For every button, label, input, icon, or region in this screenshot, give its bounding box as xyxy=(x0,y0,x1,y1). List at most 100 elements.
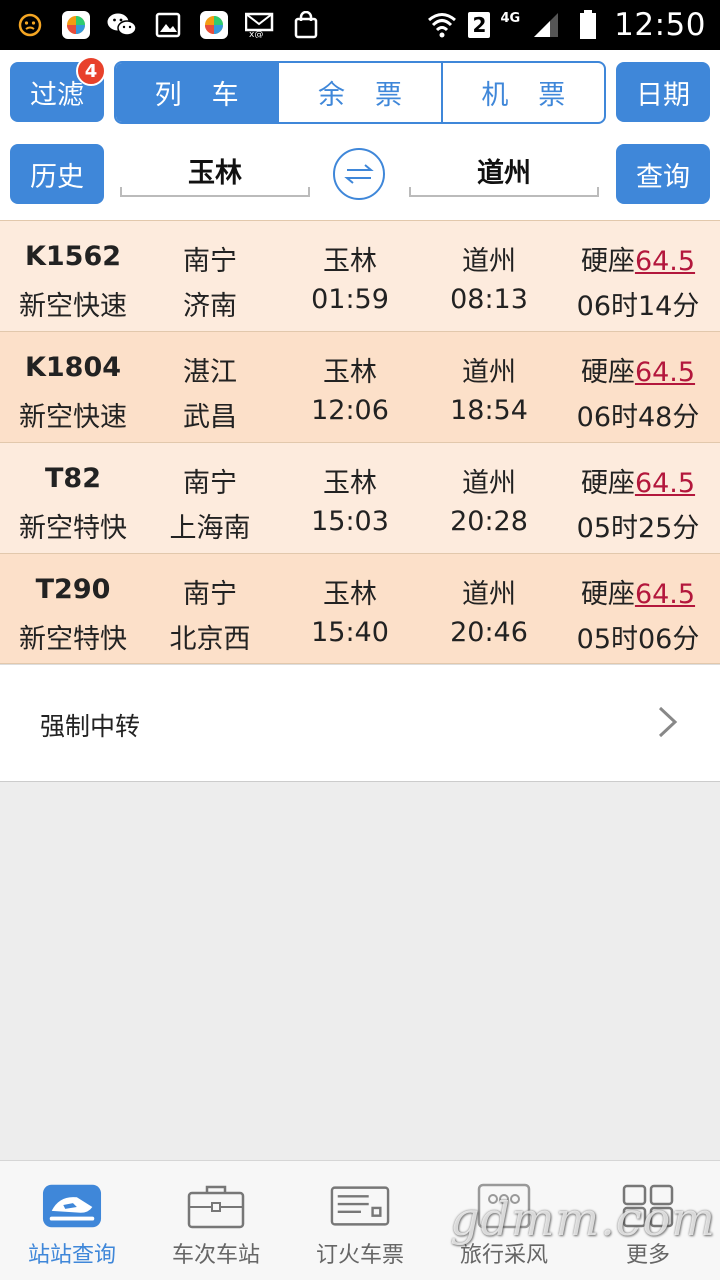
price-link[interactable]: 64.5 xyxy=(635,357,695,388)
train-number: K1804 xyxy=(24,352,122,383)
forced-transfer-row[interactable]: 强制中转 xyxy=(0,664,720,782)
nav-label: 旅行采风 xyxy=(459,1243,548,1268)
train-number: K1562 xyxy=(24,241,122,272)
nav-label: 车次车站 xyxy=(171,1243,260,1268)
grid-icon xyxy=(618,1181,678,1231)
swap-stations-button[interactable] xyxy=(333,148,385,200)
network-type: 4G xyxy=(500,10,521,26)
swap-arrows-icon xyxy=(344,164,374,184)
arrive-time: 20:28 xyxy=(450,506,528,537)
seat-type: 硬座 xyxy=(580,357,635,388)
train-type: 新空特快 xyxy=(19,624,127,655)
depart-time: 15:40 xyxy=(311,617,389,648)
origin-station: 南宁 xyxy=(183,579,237,610)
depart-station: 玉林 xyxy=(323,246,377,277)
train-results-list: K1562 新空快速 南宁 济南 玉林 01:59 道州 08:13 硬座64.… xyxy=(0,220,720,664)
seat-type: 硬座 xyxy=(580,246,635,277)
battery-icon xyxy=(572,9,604,41)
nav-station-search[interactable]: 站站查询 xyxy=(0,1161,144,1280)
mode-tabs: 列车 余票 机票 xyxy=(114,61,606,124)
train-row[interactable]: T290 新空特快 南宁 北京西 玉林 15:40 道州 20:46 硬座64.… xyxy=(0,553,720,664)
arrive-station: 道州 xyxy=(462,579,516,610)
forced-transfer-label: 强制中转 xyxy=(40,712,141,741)
arrive-time: 08:13 xyxy=(450,284,528,315)
train-type: 新空快速 xyxy=(19,402,127,433)
tab-flights[interactable]: 机票 xyxy=(440,63,604,122)
price-link[interactable]: 64.5 xyxy=(635,579,695,610)
clock: 12:50 xyxy=(614,7,706,43)
seat-price: 硬座64.5 xyxy=(560,350,716,389)
depart-time: 12:06 xyxy=(311,395,389,426)
date-button[interactable]: 日期 xyxy=(616,62,710,122)
mail-failed-icon: x@ xyxy=(244,9,276,41)
filter-button-label: 过滤 xyxy=(30,79,84,111)
chevron-right-icon xyxy=(658,706,678,738)
app-notification-icon-2 xyxy=(198,9,230,41)
duration: 06时48分 xyxy=(576,402,700,433)
bottom-navigation: 站站查询 车次车站 订火车票 旅行采风 更多 xyxy=(0,1160,720,1280)
search-button[interactable]: 查询 xyxy=(616,144,710,204)
train-icon xyxy=(42,1181,102,1231)
depart-station: 玉林 xyxy=(323,357,377,388)
nav-train-station[interactable]: 车次车站 xyxy=(144,1161,288,1280)
train-type: 新空特快 xyxy=(19,513,127,544)
arrive-station: 道州 xyxy=(462,468,516,499)
depart-time: 01:59 xyxy=(311,284,389,315)
seat-price: 硬座64.5 xyxy=(560,572,716,611)
nav-travel[interactable]: 旅行采风 xyxy=(432,1161,576,1280)
signal-icon xyxy=(530,9,562,41)
depart-station: 玉林 xyxy=(323,468,377,499)
svg-text:x@: x@ xyxy=(249,30,263,38)
history-button[interactable]: 历史 xyxy=(10,144,104,204)
terminal-station: 上海南 xyxy=(169,513,251,544)
wechat-icon xyxy=(106,9,138,41)
emoji-notification-icon xyxy=(14,9,46,41)
filter-count-badge: 4 xyxy=(76,56,106,86)
search-button-label: 查询 xyxy=(636,161,690,193)
status-bar: x@ 2 4G 12:50 xyxy=(0,0,720,50)
sim-slot-badge: 2 xyxy=(468,12,491,38)
origin-station: 南宁 xyxy=(183,468,237,499)
tab-trains[interactable]: 列车 xyxy=(116,63,278,122)
nav-label: 更多 xyxy=(625,1243,670,1268)
train-row[interactable]: K1562 新空快速 南宁 济南 玉林 01:59 道州 08:13 硬座64.… xyxy=(0,220,720,331)
history-button-label: 历史 xyxy=(30,161,84,193)
arrive-time: 20:46 xyxy=(450,617,528,648)
camera-icon xyxy=(474,1181,534,1231)
origin-station: 湛江 xyxy=(183,357,237,388)
arrive-station: 道州 xyxy=(462,246,516,277)
train-row[interactable]: K1804 新空快速 湛江 武昌 玉林 12:06 道州 18:54 硬座64.… xyxy=(0,331,720,442)
duration: 05时25分 xyxy=(576,513,700,544)
arrive-time: 18:54 xyxy=(450,395,528,426)
app-notification-icon xyxy=(60,9,92,41)
search-toolbar: 过滤 4 列车 余票 机票 日期 历史 玉林 道州 查询 xyxy=(0,50,720,220)
arrive-station: 道州 xyxy=(462,357,516,388)
price-link[interactable]: 64.5 xyxy=(635,468,695,499)
train-number: T290 xyxy=(35,574,111,605)
terminal-station: 济南 xyxy=(183,291,237,322)
seat-type: 硬座 xyxy=(580,468,635,499)
depart-station: 玉林 xyxy=(323,579,377,610)
shopping-bag-icon xyxy=(290,9,322,41)
nav-book-ticket[interactable]: 订火车票 xyxy=(288,1161,432,1280)
date-button-label: 日期 xyxy=(636,79,690,111)
terminal-station: 武昌 xyxy=(183,402,237,433)
seat-type: 硬座 xyxy=(580,579,635,610)
train-number: T82 xyxy=(45,463,101,494)
duration: 06时14分 xyxy=(576,291,700,322)
from-station-field[interactable]: 玉林 xyxy=(120,145,310,197)
train-type: 新空快速 xyxy=(19,291,127,322)
seat-price: 硬座64.5 xyxy=(560,239,716,278)
nav-label: 站站查询 xyxy=(27,1243,116,1268)
nav-more[interactable]: 更多 xyxy=(576,1161,720,1280)
train-row[interactable]: T82 新空特快 南宁 上海南 玉林 15:03 道州 20:28 硬座64.5… xyxy=(0,442,720,553)
wifi-icon xyxy=(426,9,458,41)
to-station-field[interactable]: 道州 xyxy=(409,145,599,197)
terminal-station: 北京西 xyxy=(169,624,251,655)
gallery-icon xyxy=(152,9,184,41)
price-link[interactable]: 64.5 xyxy=(635,246,695,277)
origin-station: 南宁 xyxy=(183,246,237,277)
tab-remaining-tickets[interactable]: 余票 xyxy=(277,63,440,122)
depart-time: 15:03 xyxy=(311,506,389,537)
duration: 05时06分 xyxy=(576,624,700,655)
